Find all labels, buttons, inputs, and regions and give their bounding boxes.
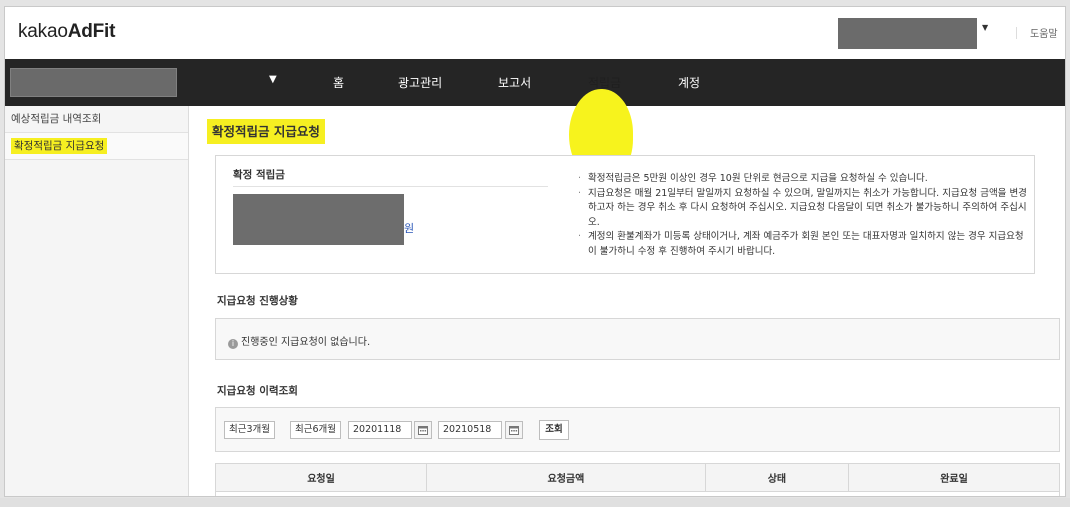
confirmed-reward-label: 확정 적립금 bbox=[233, 169, 285, 181]
table-row bbox=[215, 491, 1060, 496]
start-date-input[interactable]: 20201118 bbox=[348, 421, 412, 439]
column-header-status: 상태 bbox=[704, 463, 849, 492]
empty-cell bbox=[215, 491, 1060, 496]
notice-item: 확정적립금은 5만원 이상인 경우 10원 단위로 현금으로 지급을 요청하실 … bbox=[576, 172, 1032, 187]
nav-item-account[interactable]: 계정 bbox=[678, 74, 700, 91]
nav-item-rewards[interactable]: 적립금 bbox=[588, 74, 621, 91]
sidebar-item-payout-request[interactable]: 확정적립금 지급요청 bbox=[5, 133, 188, 160]
kakao-adfit-logo[interactable]: kakaoAdFit bbox=[18, 21, 115, 43]
divider bbox=[233, 186, 548, 187]
info-icon: i bbox=[228, 339, 238, 349]
page-title: 확정적립금 지급요청 bbox=[207, 119, 325, 144]
last-3-months-button[interactable]: 최근3개월 bbox=[224, 421, 276, 439]
column-header-request-amount: 요청금액 bbox=[426, 463, 706, 492]
search-button[interactable]: 조회 bbox=[539, 420, 569, 440]
column-header-completion-date: 완료일 bbox=[847, 463, 1061, 492]
sidebar-item-expected-rewards[interactable]: 예상적립금 내역조회 bbox=[5, 106, 188, 133]
page-title-wrap: 확정적립금 지급요청 bbox=[207, 119, 325, 144]
history-section-title: 지급요청 이력조회 bbox=[217, 385, 298, 397]
account-caret-icon[interactable]: ▼ bbox=[982, 23, 988, 32]
logo-prefix: kakao bbox=[18, 21, 68, 42]
progress-box: i 진행중인 지급요청이 없습니다. bbox=[215, 318, 1060, 360]
progress-message: i 진행중인 지급요청이 없습니다. bbox=[228, 333, 370, 349]
header-divider bbox=[1016, 27, 1017, 39]
sidebar: 예상적립금 내역조회 확정적립금 지급요청 bbox=[5, 106, 189, 496]
notice-item: 지급요청은 매월 21일부터 말일까지 요청하실 수 있으며, 말일까지는 취소… bbox=[576, 187, 1032, 231]
sidebar-item-label: 예상적립금 내역조회 bbox=[11, 113, 102, 125]
notice-item: 계정의 환불계좌가 미등록 상태이거나, 계좌 예금주가 회원 본인 또는 대표… bbox=[576, 230, 1032, 259]
site-selector-redacted[interactable] bbox=[10, 68, 177, 97]
top-header: kakaoAdFit ▼ 도움말 bbox=[5, 7, 1065, 59]
main-nav: ▼ 홈 광고관리 보고서 적립금 계정 bbox=[5, 59, 1065, 181]
confirmed-amount-redacted bbox=[233, 194, 404, 245]
bottom-edge bbox=[0, 498, 1070, 507]
nav-item-home[interactable]: 홈 bbox=[333, 74, 344, 91]
end-calendar-icon[interactable] bbox=[505, 421, 523, 439]
confirmed-reward-box: 확정 적립금 원 확정적립금은 5만원 이상인 경우 10원 단위로 현금으로 … bbox=[215, 155, 1035, 274]
end-date-input[interactable]: 20210518 bbox=[438, 421, 502, 439]
progress-section-title: 지급요청 진행상황 bbox=[217, 295, 298, 307]
help-link[interactable]: 도움말 bbox=[1030, 25, 1058, 40]
history-table: 요청일 요청금액 상태 완료일 bbox=[215, 463, 1061, 496]
account-selector-redacted[interactable] bbox=[838, 18, 977, 49]
amount-unit[interactable]: 원 bbox=[404, 220, 414, 236]
sidebar-item-label: 확정적립금 지급요청 bbox=[11, 138, 108, 154]
progress-message-text: 진행중인 지급요청이 없습니다. bbox=[241, 337, 371, 348]
table-header-row: 요청일 요청금액 상태 완료일 bbox=[215, 463, 1061, 492]
site-selector-caret-icon[interactable]: ▼ bbox=[269, 74, 277, 85]
last-6-months-button[interactable]: 최근6개월 bbox=[290, 421, 342, 439]
notice-list: 확정적립금은 5만원 이상인 경우 10원 단위로 현금으로 지급을 요청하실 … bbox=[576, 172, 1032, 259]
nav-item-ad-management[interactable]: 광고관리 bbox=[398, 74, 442, 91]
start-calendar-icon[interactable] bbox=[414, 421, 432, 439]
column-header-request-date: 요청일 bbox=[215, 463, 427, 492]
app-window: kakaoAdFit ▼ 도움말 ▼ 홈 광고관리 보고서 적립금 계정 예상적… bbox=[4, 6, 1066, 497]
nav-item-reports[interactable]: 보고서 bbox=[498, 74, 531, 91]
logo-bold: AdFit bbox=[67, 21, 116, 42]
history-filter-box: 최근3개월 최근6개월 20201118 20210518 조회 bbox=[215, 407, 1060, 452]
